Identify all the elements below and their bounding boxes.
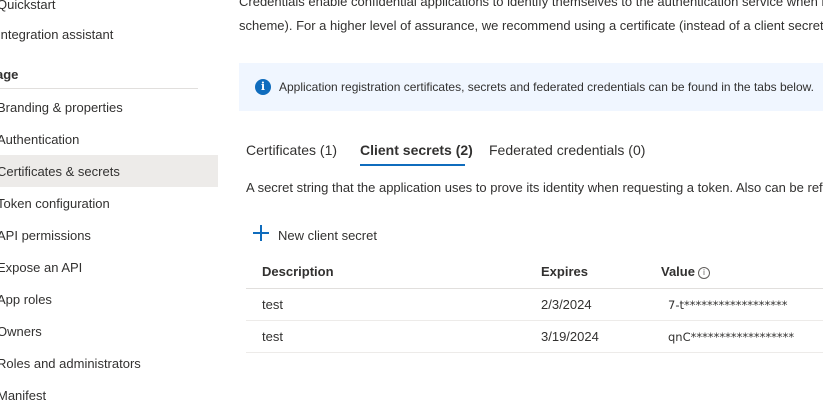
sidebar-item-authentication[interactable]: Authentication [0,124,218,156]
cell-description: test [262,297,283,312]
active-tab-indicator [360,164,465,166]
cell-value: 7-t****************** [668,298,788,312]
intro-line-2: scheme). For a higher level of assurance… [239,18,823,33]
tab-federated-credentials[interactable]: Federated credentials (0) [489,140,645,160]
intro-text: Credentials enable confidential applicat… [239,0,823,38]
plus-icon [253,225,269,241]
sidebar: Quickstart Integration assistant age Bra… [0,0,218,418]
sidebar-section-header: age [0,62,198,89]
sidebar-item-quickstart[interactable]: Quickstart [0,0,218,21]
sidebar-item-integration-assistant[interactable]: Integration assistant [0,19,218,51]
cell-description: test [262,329,283,344]
table-row[interactable]: test 3/19/2024 qnC****************** [246,321,823,353]
tab-client-secrets[interactable]: Client secrets (2) [360,140,473,160]
info-banner-text: Application registration certificates, s… [279,80,814,94]
cell-expires: 3/19/2024 [541,329,599,344]
sidebar-item-owners[interactable]: Owners [0,316,218,348]
table-header: Description Expires Value i [246,256,823,289]
secrets-description: A secret string that the application use… [246,180,823,195]
cell-value: qnC****************** [668,330,795,344]
sidebar-item-token-configuration[interactable]: Token configuration [0,188,218,220]
info-circle-icon[interactable]: i [697,266,710,279]
new-client-secret-label: New client secret [278,228,377,243]
sidebar-item-app-roles[interactable]: App roles [0,284,218,316]
header-value-label: Value [661,264,695,279]
tab-certificates[interactable]: Certificates (1) [246,140,337,160]
info-icon: i [255,79,271,95]
header-value[interactable]: Value i [661,263,710,281]
info-banner: i Application registration certificates,… [239,63,823,111]
sidebar-item-roles-admins[interactable]: Roles and administrators [0,348,218,380]
main-content: Credentials enable confidential applicat… [239,0,823,418]
cell-expires: 2/3/2024 [541,297,592,312]
header-expires[interactable]: Expires [541,263,588,281]
sidebar-item-manifest[interactable]: Manifest [0,380,218,412]
sidebar-item-certificates-secrets[interactable]: Certificates & secrets [0,155,218,187]
table-row[interactable]: test 2/3/2024 7-t****************** [246,289,823,321]
header-description[interactable]: Description [262,263,334,281]
intro-line-1: Credentials enable confidential applicat… [239,0,823,9]
sidebar-item-branding[interactable]: Branding & properties [0,92,218,124]
sidebar-item-api-permissions[interactable]: API permissions [0,220,218,252]
sidebar-item-expose-api[interactable]: Expose an API [0,252,218,284]
